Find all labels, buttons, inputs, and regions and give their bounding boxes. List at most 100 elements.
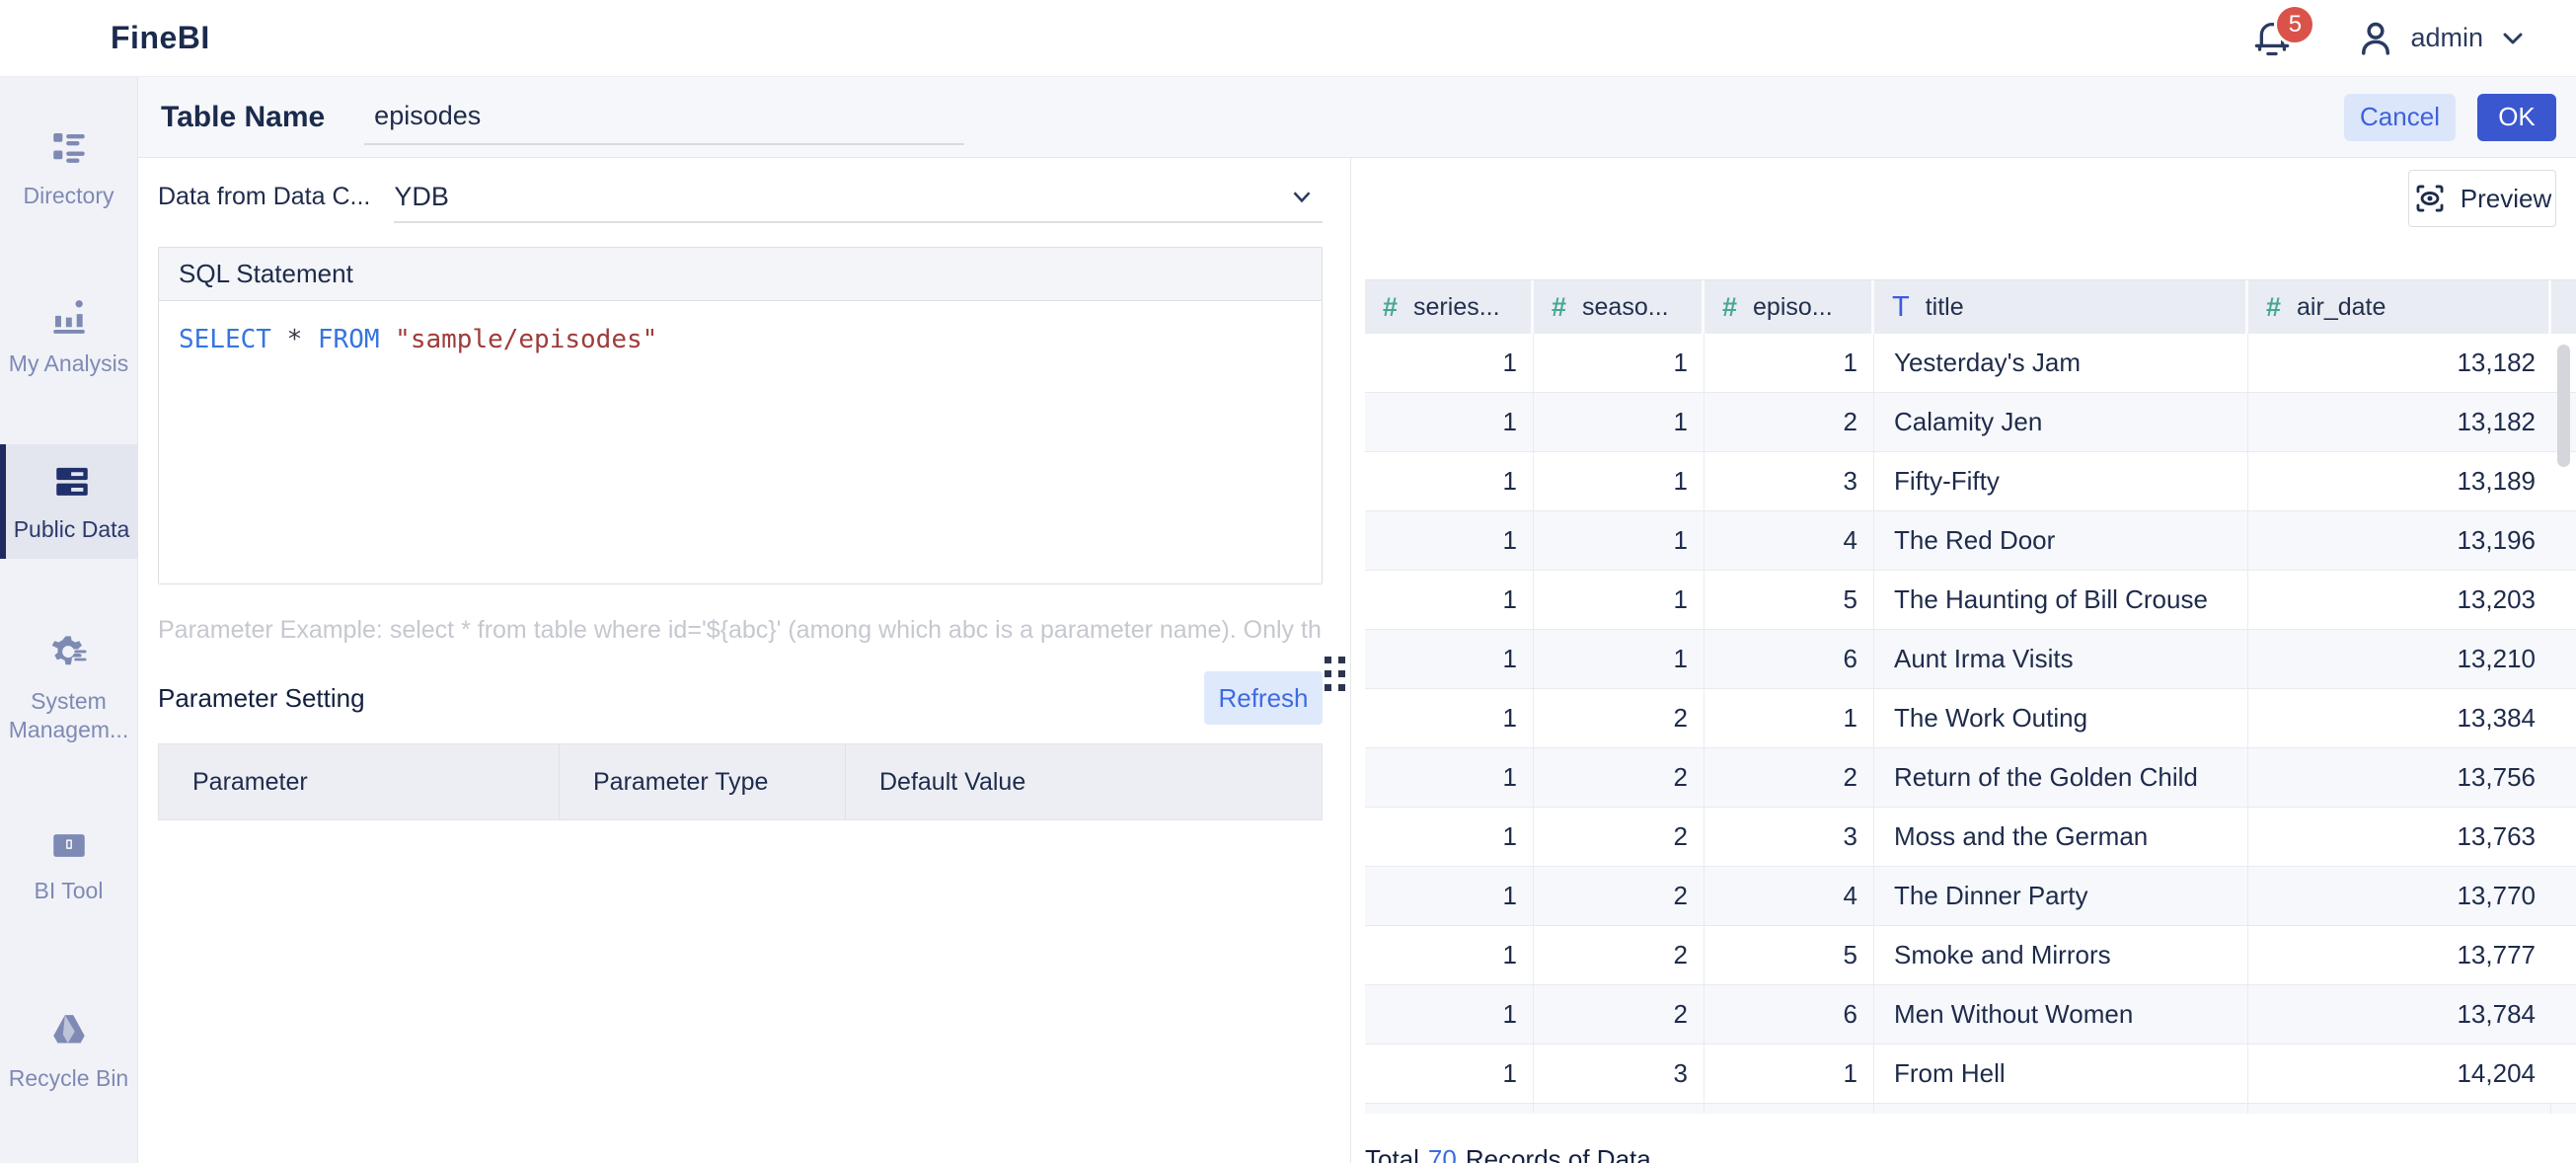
table-name-input[interactable]: episodes: [364, 90, 964, 145]
cell-episode: 3: [1705, 808, 1874, 866]
cell-series: 1: [1365, 867, 1534, 925]
sidebar-item-bi-tool[interactable]: BI Tool: [0, 821, 137, 940]
cell-title: Moss and the German: [1874, 808, 2248, 866]
cell-episode: 2: [1705, 393, 1874, 451]
ok-button[interactable]: OK: [2477, 94, 2556, 141]
cell-episode: 2: [1705, 748, 1874, 807]
cell-title: Men Without Women: [1874, 985, 2248, 1044]
sidebar-item-system-management[interactable]: System Managem...: [0, 632, 137, 770]
sql-statement-header: SQL Statement: [159, 248, 1322, 301]
refresh-button[interactable]: Refresh: [1204, 671, 1323, 725]
sidebar-item-recycle-bin[interactable]: Recycle Bin: [0, 1009, 137, 1127]
table-name-label: Table Name: [161, 101, 325, 134]
data-preview-panel: Preview # series... # seaso...: [1351, 158, 2576, 1163]
cell-episode: 4: [1705, 867, 1874, 925]
cell-title: The Work Outing: [1874, 689, 2248, 747]
panel-divider: [1337, 158, 1351, 1163]
cell-episode: 1: [1705, 1045, 1874, 1103]
numeric-type-icon: #: [1722, 292, 1737, 323]
preview-eye-icon: [2413, 182, 2447, 215]
data-connection-value: YDB: [394, 182, 449, 212]
user-menu[interactable]: admin: [2355, 18, 2529, 59]
cell-series: 1: [1365, 748, 1534, 807]
total-suffix: Records of Data: [1466, 1144, 1651, 1163]
cell-episode: 1: [1705, 689, 1874, 747]
cell-air-date: 13,784: [2248, 985, 2551, 1044]
column-header-episode[interactable]: # episo...: [1705, 280, 1874, 334]
preview-button-label: Preview: [2461, 184, 2551, 214]
cell-title: Fifty-Fifty: [1874, 452, 2248, 510]
numeric-type-icon: #: [1383, 292, 1398, 323]
cell-air-date: 13,384: [2248, 689, 2551, 747]
cell-episode: 5: [1705, 926, 1874, 984]
cell-title: Smoke and Mirrors: [1874, 926, 2248, 984]
sidebar-item-public-data[interactable]: Public Data: [0, 444, 137, 559]
chevron-down-icon: [2497, 23, 2529, 54]
sidebar-item-directory[interactable]: Directory: [0, 126, 137, 245]
column-header-label: series...: [1413, 293, 1500, 322]
finebi-logo: FineBI: [111, 20, 210, 56]
cell-series: 1: [1365, 334, 1534, 392]
cell-season: 2: [1534, 867, 1705, 925]
parameter-example-hint: Parameter Example: select * from table w…: [158, 616, 1323, 645]
column-header-season[interactable]: # seaso...: [1534, 280, 1705, 334]
partially-visible-row: [1365, 1104, 2576, 1114]
sidebar-item-my-analysis[interactable]: My Analysis: [0, 294, 137, 413]
data-connection-select[interactable]: YDB: [394, 172, 1323, 223]
cell-title: From Hell: [1874, 1045, 2248, 1103]
column-header-label: air_date: [2297, 293, 2386, 322]
cell-series: 1: [1365, 926, 1534, 984]
table-name-bar: Table Name episodes Cancel OK: [138, 77, 2576, 158]
table-row: 1 2 3 Moss and the German 13,763: [1365, 808, 2576, 867]
numeric-type-icon: #: [2266, 292, 2281, 323]
cell-season: 2: [1534, 748, 1705, 807]
cell-air-date: 13,763: [2248, 808, 2551, 866]
topbar-controls: 5 admin: [2250, 14, 2576, 63]
cell-title: Calamity Jen: [1874, 393, 2248, 451]
recycle-bin-icon: [48, 1009, 90, 1050]
my-analysis-icon: [48, 294, 90, 336]
preview-table-header: # series... # seaso... # episo...: [1365, 279, 2576, 334]
column-header-title[interactable]: T title: [1874, 280, 2248, 334]
cell-air-date: 13,770: [2248, 867, 2551, 925]
notification-badge: 5: [2274, 4, 2315, 45]
parameter-table-header: Parameter Parameter Type Default Value: [158, 743, 1323, 820]
sidebar-item-label: My Analysis: [9, 349, 128, 378]
sql-editor-panel: Data from Data C... YDB SQL Statement SE…: [138, 158, 1337, 1163]
text-type-icon: T: [1892, 291, 1910, 324]
cell-air-date: 13,756: [2248, 748, 2551, 807]
parameter-type-column-header: Parameter Type: [560, 744, 846, 819]
cell-title: Yesterday's Jam: [1874, 334, 2248, 392]
default-value-column-header: Default Value: [846, 744, 1322, 819]
data-connection-label: Data from Data C...: [158, 183, 370, 223]
top-bar: FineBI 5 admin: [0, 0, 2576, 77]
column-header-label: episo...: [1753, 293, 1833, 322]
column-header-series[interactable]: # series...: [1365, 280, 1534, 334]
cell-season: 2: [1534, 926, 1705, 984]
preview-table: # series... # seaso... # episo...: [1365, 279, 2576, 1114]
sidebar-item-label: Directory: [23, 182, 114, 210]
cell-season: 1: [1534, 571, 1705, 629]
directory-icon: [48, 126, 90, 168]
bi-tool-icon: [48, 821, 90, 863]
cell-title: Aunt Irma Visits: [1874, 630, 2248, 688]
vertical-scrollbar[interactable]: [2557, 345, 2570, 467]
table-row: 1 1 5 The Haunting of Bill Crouse 13,203: [1365, 571, 2576, 630]
column-header-label: seaso...: [1582, 293, 1669, 322]
parameter-column-header: Parameter: [159, 744, 560, 819]
cell-series: 1: [1365, 452, 1534, 510]
notification-bell-button[interactable]: 5: [2250, 14, 2296, 63]
parameter-setting-label: Parameter Setting: [158, 683, 365, 714]
cell-episode: 3: [1705, 452, 1874, 510]
cell-title: The Red Door: [1874, 511, 2248, 570]
cancel-button[interactable]: Cancel: [2344, 94, 2456, 141]
cell-episode: 6: [1705, 985, 1874, 1044]
column-header-air-date[interactable]: # air_date: [2248, 280, 2551, 334]
table-row: 1 1 1 Yesterday's Jam 13,182: [1365, 334, 2576, 393]
sql-code-editor[interactable]: SELECT * FROM "sample/episodes": [159, 301, 1322, 583]
sidebar-item-label: Public Data: [14, 515, 130, 544]
panel-resize-handle[interactable]: [1325, 657, 1345, 691]
cell-series: 1: [1365, 511, 1534, 570]
cell-series: 1: [1365, 689, 1534, 747]
preview-button[interactable]: Preview: [2408, 170, 2556, 227]
